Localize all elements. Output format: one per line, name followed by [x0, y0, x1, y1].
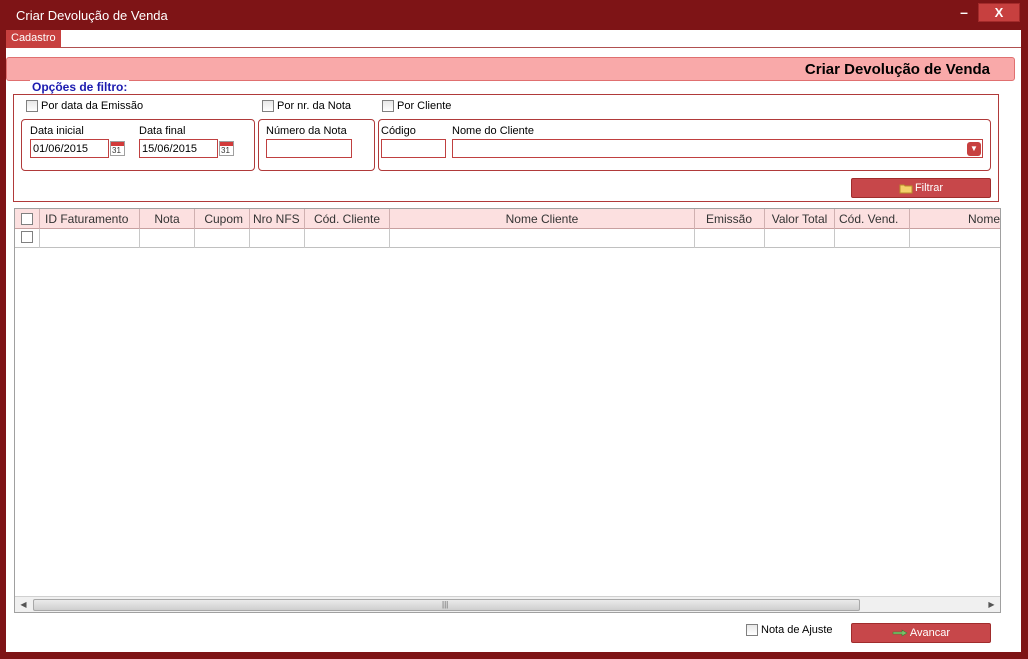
table-cell[interactable] [765, 229, 835, 248]
scroll-left-icon[interactable]: ◀ [15, 597, 32, 612]
window-content: Cadastro Criar Devolução de Venda Opções… [6, 30, 1021, 652]
client-code-input[interactable] [381, 139, 446, 158]
adjust-note-label: Nota de Ajuste [761, 624, 833, 636]
table-cell[interactable] [695, 229, 765, 248]
column-header-nota[interactable]: Nota [140, 209, 195, 229]
arrow-right-icon [892, 629, 908, 637]
table-cell[interactable] [390, 229, 695, 248]
start-date-calendar-icon[interactable]: 31 [110, 141, 125, 156]
column-header-cupom[interactable]: Cupom [195, 209, 250, 229]
filter-button-label: Filtrar [914, 182, 944, 194]
calendar-day: 31 [112, 146, 121, 155]
menu-bar: Cadastro [6, 30, 1021, 48]
grip-icon: ||| [442, 600, 449, 609]
column-header-nro-nfs[interactable]: Nro NFS [250, 209, 305, 229]
page-title: Criar Devolução de Venda [804, 61, 990, 78]
column-header-valor-total[interactable]: Valor Total [765, 209, 835, 229]
end-date-input[interactable]: 15/06/2015 [139, 139, 218, 158]
row-select-cell [15, 229, 40, 248]
filter-button[interactable]: Filtrar [851, 178, 991, 198]
horizontal-scrollbar[interactable]: ◀ ||| ▶ [15, 596, 1000, 612]
by-note-checkbox[interactable]: Por nr. da Nota [262, 100, 351, 112]
by-client-label: Por Cliente [397, 100, 452, 112]
checkbox-box[interactable] [746, 624, 758, 636]
client-name-label: Nome do Cliente [452, 125, 534, 137]
by-date-label: Por data da Emissão [41, 100, 144, 112]
filter-legend: Opções de filtro: [30, 80, 130, 94]
column-header-id-faturamento[interactable]: ID Faturamento [40, 209, 140, 229]
by-date-checkbox[interactable]: Por data da Emissão [26, 100, 143, 112]
minimize-button[interactable]: – [954, 4, 974, 22]
table-cell[interactable] [835, 229, 910, 248]
client-name-select[interactable] [452, 139, 983, 158]
note-number-label: Número da Nota [266, 125, 347, 137]
select-all-checkbox[interactable] [21, 213, 33, 225]
table-cell[interactable] [910, 229, 1000, 248]
app-window: Criar Devolução de Venda – X Cadastro Cr… [0, 0, 1028, 659]
table-row[interactable] [15, 229, 1000, 248]
invoice-grid[interactable]: ID Faturamento Nota Cupom Nro NFS Cód. C… [14, 208, 1001, 613]
adjust-note-checkbox[interactable]: Nota de Ajuste [746, 624, 833, 636]
code-label: Código [381, 125, 416, 137]
checkbox-box[interactable] [262, 100, 274, 112]
close-button[interactable]: X [978, 3, 1020, 22]
end-date-calendar-icon[interactable]: 31 [219, 141, 234, 156]
page-header: Criar Devolução de Venda [6, 57, 1015, 81]
select-all-cell [15, 209, 40, 229]
scrollbar-thumb[interactable]: ||| [33, 599, 860, 611]
menu-item-cadastro[interactable]: Cadastro [6, 30, 61, 48]
column-header-cod-vend[interactable]: Cód. Vend. [835, 209, 910, 229]
table-cell[interactable] [250, 229, 305, 248]
checkbox-box[interactable] [382, 100, 394, 112]
calendar-day: 31 [221, 146, 230, 155]
table-cell[interactable] [195, 229, 250, 248]
folder-icon [899, 184, 913, 194]
title-bar[interactable]: Criar Devolução de Venda – X [0, 0, 1028, 30]
next-button[interactable]: Avancar [851, 623, 991, 643]
column-header-emissao[interactable]: Emissão [695, 209, 765, 229]
end-date-label: Data final [139, 125, 186, 137]
checkbox-box[interactable] [26, 100, 38, 112]
start-date-label: Data inicial [30, 125, 84, 137]
start-date-input[interactable]: 01/06/2015 [30, 139, 109, 158]
window-title: Criar Devolução de Venda [16, 8, 168, 23]
chevron-down-icon[interactable]: ▼ [967, 142, 981, 156]
row-checkbox[interactable] [21, 231, 33, 243]
table-cell[interactable] [140, 229, 195, 248]
by-note-label: Por nr. da Nota [277, 100, 351, 112]
column-header-nome-cliente[interactable]: Nome Cliente [390, 209, 695, 229]
column-header-nome[interactable]: Nome [910, 209, 1000, 229]
grid-header: ID Faturamento Nota Cupom Nro NFS Cód. C… [15, 209, 1000, 229]
next-button-label: Avancar [909, 627, 951, 639]
table-cell[interactable] [40, 229, 140, 248]
column-header-cod-cliente[interactable]: Cód. Cliente [305, 209, 390, 229]
by-client-checkbox[interactable]: Por Cliente [382, 100, 451, 112]
note-number-input[interactable] [266, 139, 352, 158]
scroll-right-icon[interactable]: ▶ [983, 597, 1000, 612]
table-cell[interactable] [305, 229, 390, 248]
